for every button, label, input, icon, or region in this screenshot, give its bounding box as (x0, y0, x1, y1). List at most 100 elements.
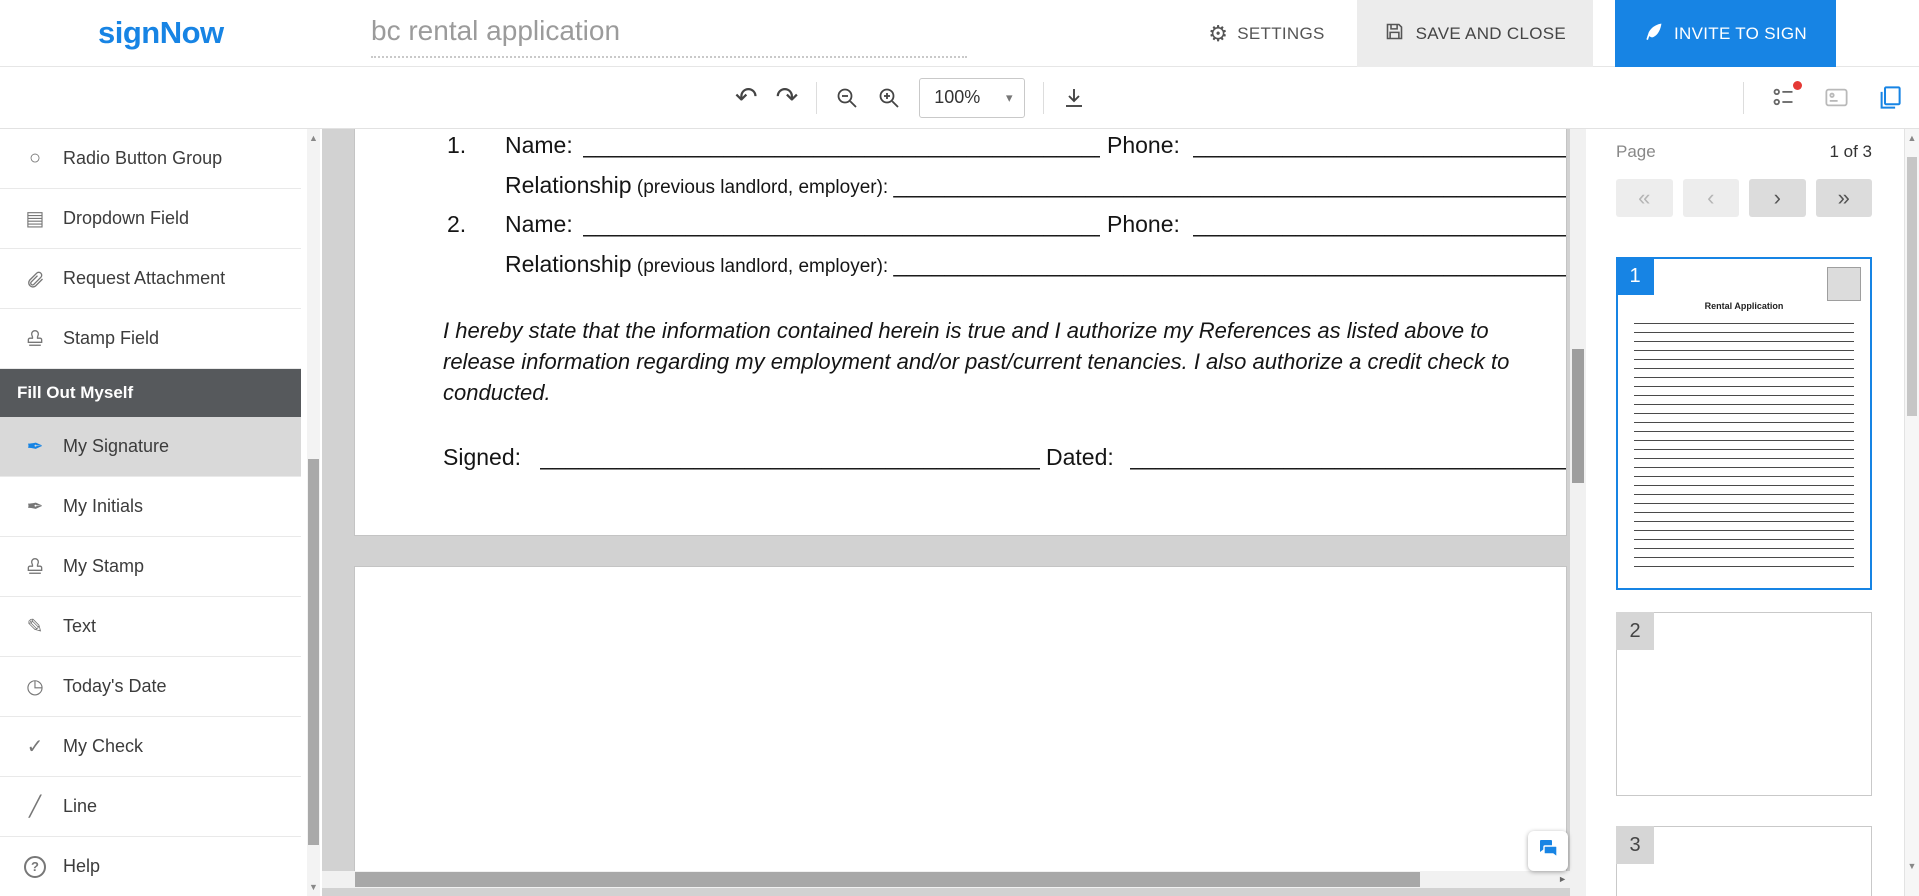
sidebar-item-label: Dropdown Field (63, 208, 189, 229)
sidebar-item-label: Stamp Field (63, 328, 159, 349)
copy-pages-button[interactable] (1876, 84, 1903, 111)
sidebar-item-label: My Check (63, 736, 143, 757)
dropdown-field-icon: ▤ (22, 206, 48, 231)
sidebar-item-line[interactable]: ╱ Line (0, 777, 301, 837)
sidebar-item-dropdown-field[interactable]: ▤ Dropdown Field (0, 189, 301, 249)
scroll-up-arrow[interactable]: ▲ (1905, 133, 1919, 143)
pages-panel-header: Page 1 of 3 (1616, 142, 1872, 162)
sidebar-item-request-attachment[interactable]: Request Attachment (0, 249, 301, 309)
last-page-button[interactable]: » (1816, 179, 1873, 217)
toolbar-divider (1743, 82, 1744, 114)
checkmark-icon: ✓ (22, 734, 48, 759)
sidebar-item-help[interactable]: ? Help (0, 837, 301, 896)
zoom-in-button[interactable] (877, 86, 901, 110)
fields-list-button[interactable] (1770, 84, 1797, 111)
invite-to-sign-label: INVITE TO SIGN (1674, 24, 1807, 44)
phone-blank-line: ____________________________________ (1193, 132, 1566, 159)
sidebar-item-label: Request Attachment (63, 268, 225, 289)
clock-icon: ◷ (22, 674, 48, 699)
zoom-level-select[interactable]: 100% ▾ (919, 78, 1025, 118)
relationship-line: Relationship (previous landlord, employe… (505, 172, 1566, 199)
name-label: Name: (505, 132, 573, 159)
previous-page-button[interactable]: ‹ (1683, 179, 1740, 217)
document-title-input[interactable]: bc rental application (371, 15, 967, 58)
sidebar-item-text[interactable]: ✎ Text (0, 597, 301, 657)
editor-toolbar: ↶ ↷ 100% ▾ (0, 67, 1919, 129)
scroll-down-arrow[interactable]: ▼ (1905, 861, 1919, 871)
thumbnail-doc-title: Rental Application (1618, 301, 1870, 311)
initials-pen-icon: ✒ (22, 494, 48, 519)
canvas-vertical-scrollbar-thumb[interactable] (1572, 349, 1584, 483)
page-number-badge: 3 (1616, 826, 1654, 864)
sidebar-item-my-initials[interactable]: ✒ My Initials (0, 477, 301, 537)
signed-blank-line: ________________________________________… (540, 444, 1040, 471)
sidebar-scrollbar-thumb[interactable] (308, 459, 319, 845)
sidebar-item-label: Help (63, 856, 100, 877)
sidebar-item-label: Today's Date (63, 676, 167, 697)
settings-label: SETTINGS (1237, 24, 1324, 44)
name-blank-line: ________________________________________… (583, 132, 1100, 159)
signed-label: Signed: (443, 444, 521, 471)
scroll-right-arrow[interactable]: ► (1558, 874, 1567, 884)
document-canvas: 1. Name: _______________________________… (322, 129, 1586, 896)
page-thumbnail-3[interactable]: 3 (1616, 826, 1872, 896)
sidebar-item-label: Line (63, 796, 97, 817)
sidebar-item-stamp-field[interactable]: Stamp Field (0, 309, 301, 369)
fields-sidebar: ○ Radio Button Group ▤ Dropdown Field Re… (0, 129, 322, 896)
feedback-chat-button[interactable] (1528, 831, 1568, 871)
app-header: signNow bc rental application ⚙ SETTINGS… (0, 0, 1919, 67)
redo-button[interactable]: ↷ (776, 84, 799, 111)
preview-button[interactable] (1823, 84, 1850, 111)
page-thumbnail-1[interactable]: 1 Rental Application (1616, 257, 1872, 590)
sidebar-item-label: Radio Button Group (63, 148, 222, 169)
sidebar-item-my-stamp[interactable]: My Stamp (0, 537, 301, 597)
phone-blank-line: ____________________________________ (1193, 211, 1566, 238)
canvas-horizontal-scrollbar: ► (322, 871, 1570, 888)
settings-button[interactable]: ⚙ SETTINGS (1182, 0, 1350, 67)
page-thumbnail-2[interactable]: 2 (1616, 612, 1872, 796)
sidebar-item-radio-button-group[interactable]: ○ Radio Button Group (0, 129, 301, 189)
sidebar-item-my-signature[interactable]: ✒ My Signature (0, 417, 301, 477)
phone-label: Phone: (1107, 132, 1180, 159)
gear-icon: ⚙ (1208, 21, 1228, 47)
authorization-statement: I hereby state that the information cont… (443, 315, 1566, 408)
document-page-1[interactable]: 1. Name: _______________________________… (355, 129, 1566, 535)
header-actions: ⚙ SETTINGS SAVE AND CLOSE INVITE TO SIGN (1182, 0, 1836, 67)
document-page-2[interactable] (355, 567, 1566, 871)
invite-to-sign-button[interactable]: INVITE TO SIGN (1615, 0, 1836, 67)
reference-number: 1. (447, 132, 466, 159)
stamp-icon (22, 557, 48, 577)
phone-label: Phone: (1107, 211, 1180, 238)
scroll-up-arrow[interactable]: ▲ (307, 133, 320, 143)
signnow-logo[interactable]: signNow (98, 15, 224, 51)
page-number-badge: 2 (1616, 612, 1654, 650)
dated-blank-line: _______________________________________ (1130, 444, 1566, 471)
zoom-out-button[interactable] (835, 86, 859, 110)
toolbar-center: ↶ ↷ 100% ▾ (735, 67, 1086, 128)
line-icon: ╱ (22, 794, 48, 819)
canvas-horizontal-scrollbar-thumb[interactable] (355, 872, 1420, 887)
pages-panel: Page 1 of 3 « ‹ › » 1 Rental Application… (1586, 129, 1919, 896)
name-label: Name: (505, 211, 573, 238)
sidebar-item-my-check[interactable]: ✓ My Check (0, 717, 301, 777)
reference-number: 2. (447, 211, 466, 238)
fill-out-myself-header: Fill Out Myself (0, 369, 301, 417)
panel-scrollbar-thumb[interactable] (1907, 157, 1917, 416)
relationship-line: Relationship (previous landlord, employe… (505, 251, 1566, 278)
undo-button[interactable]: ↶ (735, 84, 758, 111)
scroll-down-arrow[interactable]: ▼ (307, 882, 320, 892)
toolbar-divider (1043, 82, 1044, 114)
notification-dot (1793, 81, 1802, 90)
download-button[interactable] (1062, 86, 1086, 110)
toolbar-divider (816, 82, 817, 114)
sidebar-item-label: Text (63, 616, 96, 637)
first-page-button[interactable]: « (1616, 179, 1673, 217)
next-page-button[interactable]: › (1749, 179, 1806, 217)
save-and-close-button[interactable]: SAVE AND CLOSE (1357, 0, 1593, 67)
save-icon (1384, 21, 1405, 47)
name-blank-line: ________________________________________… (583, 211, 1100, 238)
sidebar-item-todays-date[interactable]: ◷ Today's Date (0, 657, 301, 717)
page-number-badge: 1 (1616, 257, 1654, 295)
sidebar-scrollbar: ▲ ▼ (307, 129, 320, 896)
sidebar-item-label: My Signature (63, 436, 169, 457)
